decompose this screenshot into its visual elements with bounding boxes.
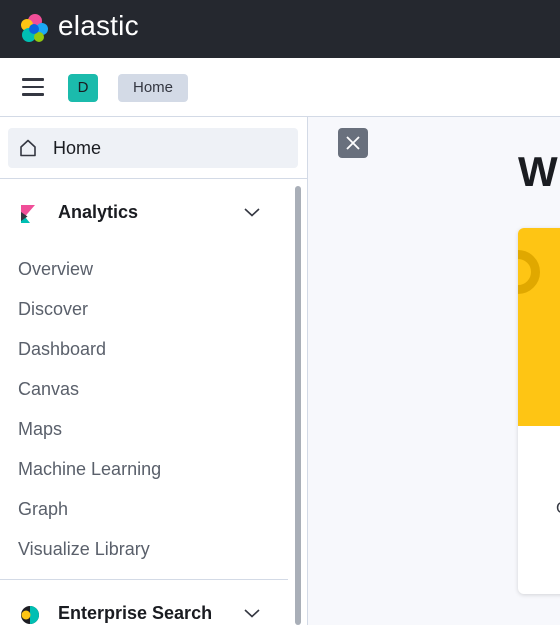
hamburger-icon (22, 78, 44, 81)
nav-home-item[interactable]: Home (8, 128, 298, 168)
card-banner (518, 228, 560, 426)
nav-group-analytics[interactable]: Analytics (0, 195, 288, 235)
nav-group-label: Enterprise Search (58, 603, 213, 623)
elastic-logo-icon[interactable] (18, 12, 50, 44)
nav-divider (0, 579, 288, 580)
nav-home-label: Home (53, 138, 102, 158)
home-icon (20, 139, 36, 157)
nav-link-overview[interactable]: Overview (18, 259, 93, 280)
enterprise-search-icon (21, 606, 39, 624)
card-illustration (518, 250, 540, 294)
chevron-down-icon (244, 609, 260, 618)
close-nav-button[interactable] (338, 128, 368, 158)
nav-link-discover[interactable]: Discover (18, 299, 88, 320)
nav-link-maps[interactable]: Maps (18, 419, 62, 440)
brand-name[interactable]: elastic (58, 10, 139, 42)
nav-divider (0, 178, 307, 179)
close-icon (346, 136, 360, 150)
nav-group-label: Analytics (58, 202, 139, 222)
nav-link-machine-learning[interactable]: Machine Learning (18, 459, 161, 480)
space-avatar[interactable]: D (68, 74, 98, 102)
nav-link-canvas[interactable]: Canvas (18, 379, 79, 400)
nav-group-enterprise-search[interactable]: Enterprise Search (0, 596, 288, 625)
nav-scrollbar[interactable] (295, 186, 301, 625)
kibana-icon (21, 205, 35, 223)
chevron-down-icon (244, 208, 260, 217)
nav-link-visualize-library[interactable]: Visualize Library (18, 539, 150, 560)
side-navigation: Home Analytics Overview Discover Dashboa… (0, 117, 308, 625)
top-header: elastic (0, 0, 560, 58)
nav-link-graph[interactable]: Graph (18, 499, 68, 520)
card-text: C (556, 500, 560, 518)
page-title: W (518, 148, 558, 195)
nav-link-dashboard[interactable]: Dashboard (18, 339, 106, 360)
menu-toggle-button[interactable] (22, 78, 44, 96)
breadcrumb[interactable]: Home (118, 74, 189, 102)
solution-card[interactable]: C (518, 228, 560, 594)
